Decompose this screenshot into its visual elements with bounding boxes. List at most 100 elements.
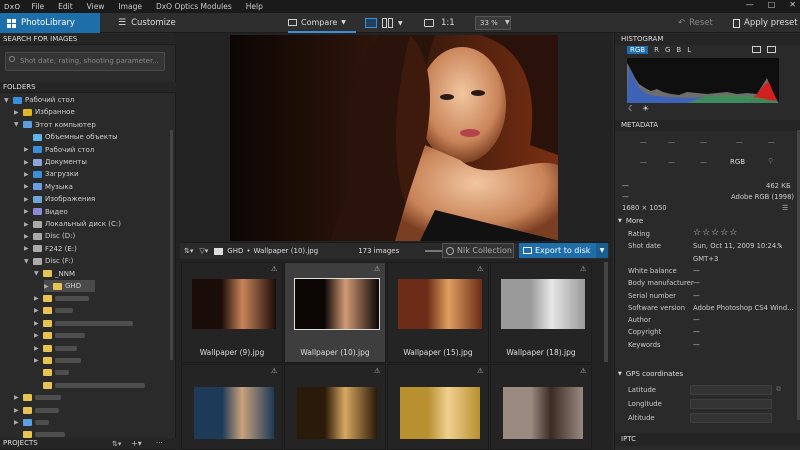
sort-icon[interactable]: ⇅▾ xyxy=(184,247,193,255)
monitor-icon[interactable] xyxy=(752,46,761,53)
filter-icon[interactable]: ▽▾ xyxy=(199,247,208,255)
folder-tree-item[interactable]: ▶ Рабочий стол xyxy=(24,144,94,156)
expand-right-icon[interactable]: ▶ xyxy=(34,295,40,302)
fit-screen-icon[interactable] xyxy=(424,19,434,27)
folder-tree-item[interactable]: ▶ xyxy=(34,292,89,304)
apply-preset-button[interactable]: Apply preset xyxy=(733,13,798,33)
expand-right-icon[interactable]: ▶ xyxy=(34,332,40,339)
longitude-input[interactable] xyxy=(690,399,772,409)
folder-tree-item[interactable]: ▶ xyxy=(14,416,49,428)
altitude-input[interactable] xyxy=(690,413,772,423)
channel-g[interactable]: G xyxy=(665,46,670,54)
thumbnail-cell[interactable]: ⚠ Wallpaper (18).jpg xyxy=(490,262,592,363)
zoom-1to1-button[interactable]: 1:1 xyxy=(441,18,455,28)
main-photo[interactable] xyxy=(230,35,558,241)
folder-tree-item[interactable]: ▶ Документы xyxy=(24,156,87,168)
copy-icon[interactable]: ⧉ xyxy=(776,385,781,394)
window-icon[interactable] xyxy=(767,46,776,53)
expand-down-icon[interactable]: ▼ xyxy=(34,270,40,277)
more-section-header[interactable]: ▼ More xyxy=(618,217,643,225)
filmstrip-scrollbar[interactable] xyxy=(604,262,608,362)
folder-tree-item[interactable]: ▶ GHD xyxy=(44,280,96,292)
close-button[interactable]: ✕ xyxy=(789,0,796,9)
folder-tree-item[interactable]: Объемные объекты xyxy=(24,131,118,143)
expand-right-icon[interactable]: ▶ xyxy=(24,208,30,215)
folder-tree-item[interactable]: ▶ F242 (E:) xyxy=(24,243,77,255)
expand-right-icon[interactable]: ▶ xyxy=(34,307,40,314)
tab-customize[interactable]: ☰ Customize xyxy=(118,13,176,33)
folder-tree-scrollbar[interactable] xyxy=(170,130,173,360)
search-input[interactable]: Shot date, rating, shooting parameter... xyxy=(5,52,165,71)
expand-more-icon[interactable]: ☰ xyxy=(782,204,788,212)
thumbnail-cell[interactable]: ⚠ Wallpaper (10).jpg xyxy=(284,262,386,363)
folder-tree-item[interactable] xyxy=(34,379,145,391)
chevron-down-icon[interactable]: ▼ xyxy=(398,20,403,27)
sort-icon[interactable]: ⇅▾ xyxy=(112,439,121,450)
channel-l[interactable]: L xyxy=(687,46,691,54)
expand-right-icon[interactable]: ▶ xyxy=(34,345,40,352)
folder-tree-item[interactable]: ▶ xyxy=(34,305,73,317)
edit-date-icon[interactable]: ✎ xyxy=(777,242,783,250)
folder-tree-item[interactable]: ▶ Изображения xyxy=(24,193,95,205)
expand-right-icon[interactable]: ▶ xyxy=(24,221,30,228)
folder-tree-item[interactable]: ▼ Этот компьютер xyxy=(14,119,96,131)
single-view-icon[interactable] xyxy=(365,18,377,28)
expand-right-icon[interactable]: ▶ xyxy=(34,357,40,364)
thumbnail-cell[interactable]: ⚠ Wallpaper (15).jpg xyxy=(387,262,489,363)
menu-file[interactable]: File xyxy=(25,2,52,11)
folder-tree-item[interactable]: ▶ xyxy=(34,342,77,354)
thumbnail-cell[interactable]: ⚠ xyxy=(181,364,283,450)
highlight-clip-icon[interactable]: ☀ xyxy=(642,104,649,113)
thumbnail-cell[interactable]: ⚠ Wallpaper (9).jpg xyxy=(181,262,283,363)
menu-help[interactable]: Help xyxy=(239,2,270,11)
folder-tree-item[interactable]: ▶ xyxy=(14,404,59,416)
expand-down-icon[interactable]: ▼ xyxy=(14,121,20,128)
minimize-button[interactable]: — xyxy=(746,0,754,9)
channel-rgb[interactable]: RGB xyxy=(627,46,649,54)
gps-section-header[interactable]: ▼ GPS coordinates xyxy=(618,370,683,378)
folder-tree-item[interactable]: ▼ Disc (F:) xyxy=(24,255,73,267)
rating-stars[interactable]: ☆☆☆☆☆ xyxy=(693,228,738,238)
folder-tree-item[interactable] xyxy=(34,367,69,379)
add-project-icon[interactable]: +▾ xyxy=(131,438,142,449)
folder-tree-item[interactable]: ▶ Disc (D:) xyxy=(24,230,75,242)
folder-tree-item[interactable]: ▶ Локальный диск (C:) xyxy=(24,218,121,230)
folder-tree-item[interactable]: ▶ xyxy=(34,354,81,366)
reset-button[interactable]: ↶ Reset xyxy=(678,13,713,33)
expand-right-icon[interactable]: ▶ xyxy=(24,159,30,166)
channel-r[interactable]: R xyxy=(654,46,659,54)
folder-tree-item[interactable]: ▶ Музыка xyxy=(24,181,73,193)
folder-tree-item[interactable]: ▶ xyxy=(14,392,61,404)
channel-b[interactable]: B xyxy=(676,46,681,54)
menu-edit[interactable]: Edit xyxy=(51,2,80,11)
side-by-side-icon[interactable] xyxy=(382,18,393,28)
menu-dxo-optics-modules[interactable]: DxO Optics Modules xyxy=(149,2,239,11)
expand-right-icon[interactable]: ▶ xyxy=(34,320,40,327)
export-to-disk-button[interactable]: Export to disk xyxy=(519,243,607,258)
folder-tree-item[interactable]: ▼ Рабочий стол xyxy=(4,94,74,106)
expand-right-icon[interactable]: ▶ xyxy=(24,233,30,240)
expand-down-icon[interactable]: ▼ xyxy=(24,258,30,265)
expand-right-icon[interactable]: ▶ xyxy=(24,183,30,190)
expand-right-icon[interactable]: ▶ xyxy=(14,407,20,414)
nik-collection-button[interactable]: Nik Collection xyxy=(442,243,514,258)
menu-image[interactable]: Image xyxy=(111,2,149,11)
expand-right-icon[interactable]: ▶ xyxy=(24,171,30,178)
menu-view[interactable]: View xyxy=(80,2,112,11)
tab-photolibrary[interactable]: PhotoLibrary xyxy=(0,13,100,33)
folder-tree-item[interactable]: ▼ _NNM xyxy=(34,268,75,280)
thumbnail-cell[interactable]: ⚠ xyxy=(284,364,386,450)
compare-button[interactable]: Compare ▼ xyxy=(288,13,356,33)
expand-down-icon[interactable]: ▼ xyxy=(4,97,10,104)
expand-right-icon[interactable]: ▶ xyxy=(24,245,30,252)
expand-right-icon[interactable]: ▶ xyxy=(14,109,20,116)
folder-tree-item[interactable]: ▶ xyxy=(34,330,85,342)
expand-right-icon[interactable]: ▶ xyxy=(24,196,30,203)
expand-right-icon[interactable]: ▶ xyxy=(44,283,50,290)
thumbnail-cell[interactable]: ⚠ xyxy=(490,364,592,450)
thumbnail-cell[interactable]: ⚠ xyxy=(387,364,489,450)
expand-right-icon[interactable]: ▶ xyxy=(14,394,20,401)
export-dropdown-button[interactable]: ▼ xyxy=(596,243,608,258)
latitude-input[interactable] xyxy=(690,385,772,395)
expand-right-icon[interactable]: ▶ xyxy=(14,419,20,426)
